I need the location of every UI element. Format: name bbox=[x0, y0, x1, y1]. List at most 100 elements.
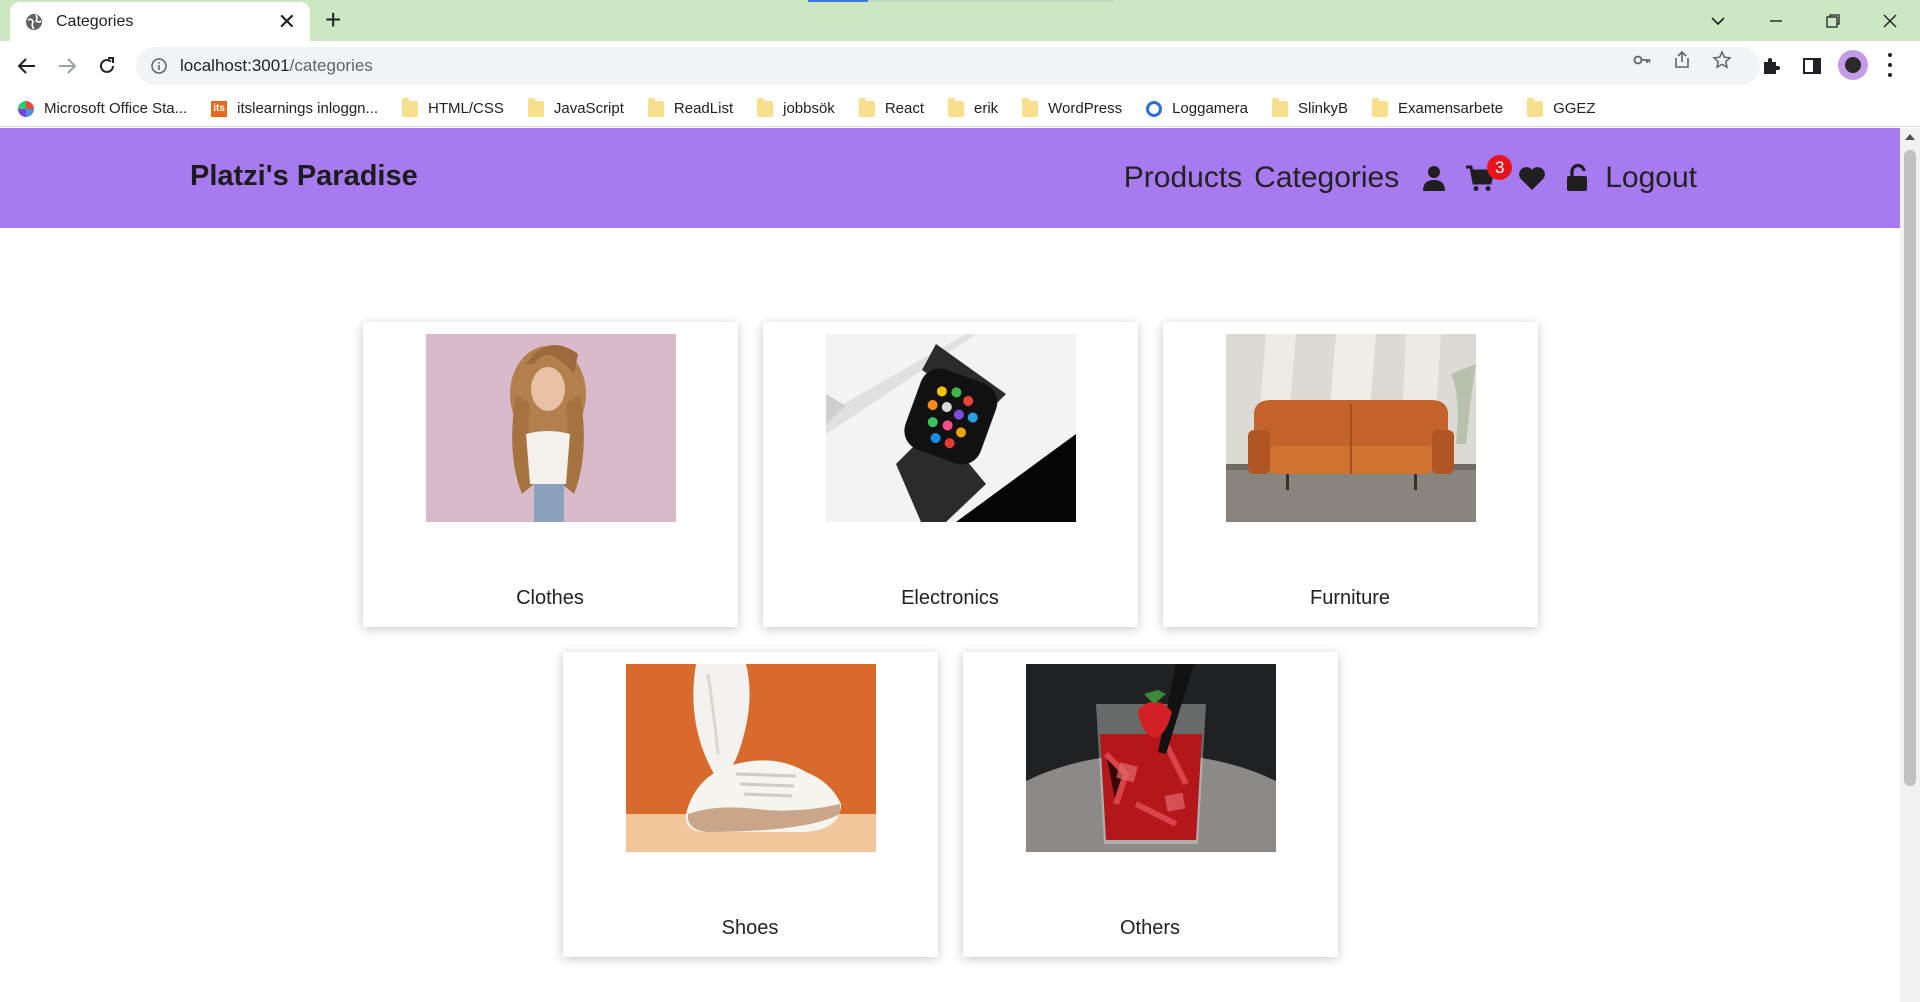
category-grid: Clothes Electronics Furniture Shoes Othe… bbox=[0, 322, 1900, 982]
category-row: Shoes Others bbox=[0, 652, 1900, 957]
category-card-clothes[interactable]: Clothes bbox=[362, 322, 738, 627]
bookmark-label: JavaScript bbox=[553, 100, 624, 117]
bookmark-label: GGEZ bbox=[1553, 100, 1596, 117]
bookmark-label: erik bbox=[974, 100, 999, 117]
folder-icon bbox=[1372, 97, 1389, 117]
bookmark-folder[interactable]: jobbsök bbox=[757, 97, 835, 117]
cart-count-badge: 3 bbox=[1487, 155, 1513, 180]
bookmark-label: Loggamera bbox=[1172, 100, 1248, 117]
bookmark-item[interactable]: Loggamera bbox=[1146, 100, 1248, 117]
site-brand[interactable]: Platzi's Paradise bbox=[190, 160, 418, 193]
bookmark-folder[interactable]: SlinkyB bbox=[1271, 97, 1349, 117]
folder-icon bbox=[402, 97, 419, 117]
bookmark-folder[interactable]: ReadList bbox=[647, 97, 734, 117]
site-info-icon[interactable] bbox=[150, 57, 168, 75]
page-scrollbar[interactable] bbox=[1900, 128, 1920, 1002]
profile-avatar[interactable] bbox=[1838, 50, 1868, 80]
category-label: Shoes bbox=[721, 917, 779, 939]
office-icon bbox=[18, 100, 34, 117]
sneaker-image bbox=[625, 664, 876, 852]
close-tab-icon[interactable]: ✕ bbox=[278, 10, 296, 33]
browser-menu-button[interactable] bbox=[1886, 53, 1894, 77]
folder-icon bbox=[757, 97, 774, 117]
address-bar[interactable]: localhost:3001/categories bbox=[136, 47, 1760, 85]
arrow-right-icon bbox=[59, 58, 77, 74]
bookmark-label: React bbox=[884, 100, 924, 117]
nav-categories-link[interactable]: Categories bbox=[1254, 161, 1399, 195]
bookmark-item[interactable]: its itslearnings inloggn... bbox=[211, 100, 378, 117]
heart-icon[interactable] bbox=[1517, 163, 1547, 193]
url-path: /categories bbox=[289, 56, 373, 75]
tab-loading-track bbox=[868, 0, 1113, 2]
nav-products-link[interactable]: Products bbox=[1124, 161, 1242, 195]
bookmark-label: SlinkyB bbox=[1297, 100, 1349, 117]
back-button[interactable] bbox=[12, 51, 42, 81]
user-icon[interactable] bbox=[1419, 163, 1449, 193]
category-card-electronics[interactable]: Electronics bbox=[762, 322, 1138, 627]
share-icon[interactable] bbox=[1672, 50, 1692, 70]
page-viewport: Platzi's Paradise Products Categories 3 … bbox=[0, 128, 1900, 1002]
bookmark-folder[interactable]: JavaScript bbox=[527, 97, 624, 117]
category-label: Clothes bbox=[516, 587, 584, 609]
bookmark-folder[interactable]: WordPress bbox=[1022, 97, 1122, 117]
bookmark-star-icon[interactable] bbox=[1712, 50, 1732, 70]
category-label: Others bbox=[1119, 917, 1181, 939]
globe-icon bbox=[26, 13, 42, 30]
category-card-shoes[interactable]: Shoes bbox=[562, 652, 938, 957]
loggamera-icon bbox=[1146, 100, 1163, 117]
bookmark-folder[interactable]: HTML/CSS bbox=[402, 97, 504, 117]
bookmarks-bar: Microsoft Office Sta... its itslearnings … bbox=[0, 91, 1920, 127]
tab-loading-indicator bbox=[808, 0, 868, 2]
bookmark-label: jobbsök bbox=[783, 100, 835, 117]
bookmark-label: Examensarbete bbox=[1398, 100, 1504, 117]
category-label: Electronics bbox=[901, 587, 999, 609]
browser-toolbar: localhost:3001/categories bbox=[0, 41, 1920, 91]
cart-icon[interactable]: 3 bbox=[1465, 155, 1513, 193]
nav-logout-link[interactable]: Logout bbox=[1605, 161, 1697, 195]
url-text[interactable]: localhost:3001/categories bbox=[180, 56, 373, 76]
category-row: Clothes Electronics Furniture bbox=[0, 322, 1900, 627]
leather-sofa-image bbox=[1225, 334, 1476, 522]
bookmark-folder[interactable]: GGEZ bbox=[1527, 97, 1596, 117]
category-card-others[interactable]: Others bbox=[962, 652, 1338, 957]
new-tab-button[interactable]: + bbox=[325, 6, 341, 34]
url-host: localhost:3001 bbox=[180, 56, 290, 75]
folder-icon bbox=[647, 97, 664, 117]
bookmark-item[interactable]: Microsoft Office Sta... bbox=[18, 100, 187, 117]
bookmark-folder[interactable]: Examensarbete bbox=[1372, 97, 1504, 117]
category-card-furniture[interactable]: Furniture bbox=[1162, 322, 1538, 627]
bookmark-folder[interactable]: React bbox=[858, 97, 924, 117]
tab-title: Categories bbox=[56, 12, 134, 30]
reload-button[interactable] bbox=[92, 51, 122, 81]
extensions-puzzle-icon[interactable] bbox=[1761, 55, 1783, 77]
forward-button[interactable] bbox=[52, 51, 82, 81]
bookmark-label: HTML/CSS bbox=[428, 100, 504, 117]
scrollbar-thumb[interactable] bbox=[1904, 150, 1916, 786]
tab-search-button[interactable] bbox=[1690, 0, 1746, 41]
side-panel-icon[interactable] bbox=[1801, 55, 1823, 77]
close-icon bbox=[1883, 14, 1897, 27]
chevron-down-icon bbox=[1711, 16, 1725, 25]
minimize-button[interactable] bbox=[1748, 0, 1804, 41]
folder-icon bbox=[527, 97, 544, 117]
bookmark-label: ReadList bbox=[673, 100, 734, 117]
site-header: Platzi's Paradise Products Categories 3 … bbox=[0, 128, 1900, 228]
reload-icon bbox=[100, 57, 114, 73]
main-nav: Products Categories 3 Logout bbox=[1124, 155, 1697, 200]
folder-icon bbox=[858, 97, 875, 117]
close-window-button[interactable] bbox=[1862, 0, 1918, 41]
cocktail-drink-image bbox=[1025, 664, 1276, 852]
folder-icon bbox=[1022, 97, 1039, 117]
scroll-up-arrow-icon[interactable] bbox=[1905, 134, 1915, 140]
browser-tab-categories[interactable]: Categories ✕ bbox=[10, 2, 310, 41]
folder-icon bbox=[948, 97, 964, 117]
unlock-icon[interactable] bbox=[1563, 163, 1593, 193]
bookmark-folder[interactable]: erik bbox=[948, 97, 999, 117]
key-icon[interactable] bbox=[1632, 50, 1652, 70]
folder-icon bbox=[1271, 97, 1288, 117]
folder-icon bbox=[1527, 97, 1544, 117]
restore-icon bbox=[1826, 13, 1840, 28]
minimize-icon bbox=[1770, 19, 1782, 22]
restore-button[interactable] bbox=[1805, 0, 1861, 41]
arrow-left-icon bbox=[17, 58, 35, 74]
